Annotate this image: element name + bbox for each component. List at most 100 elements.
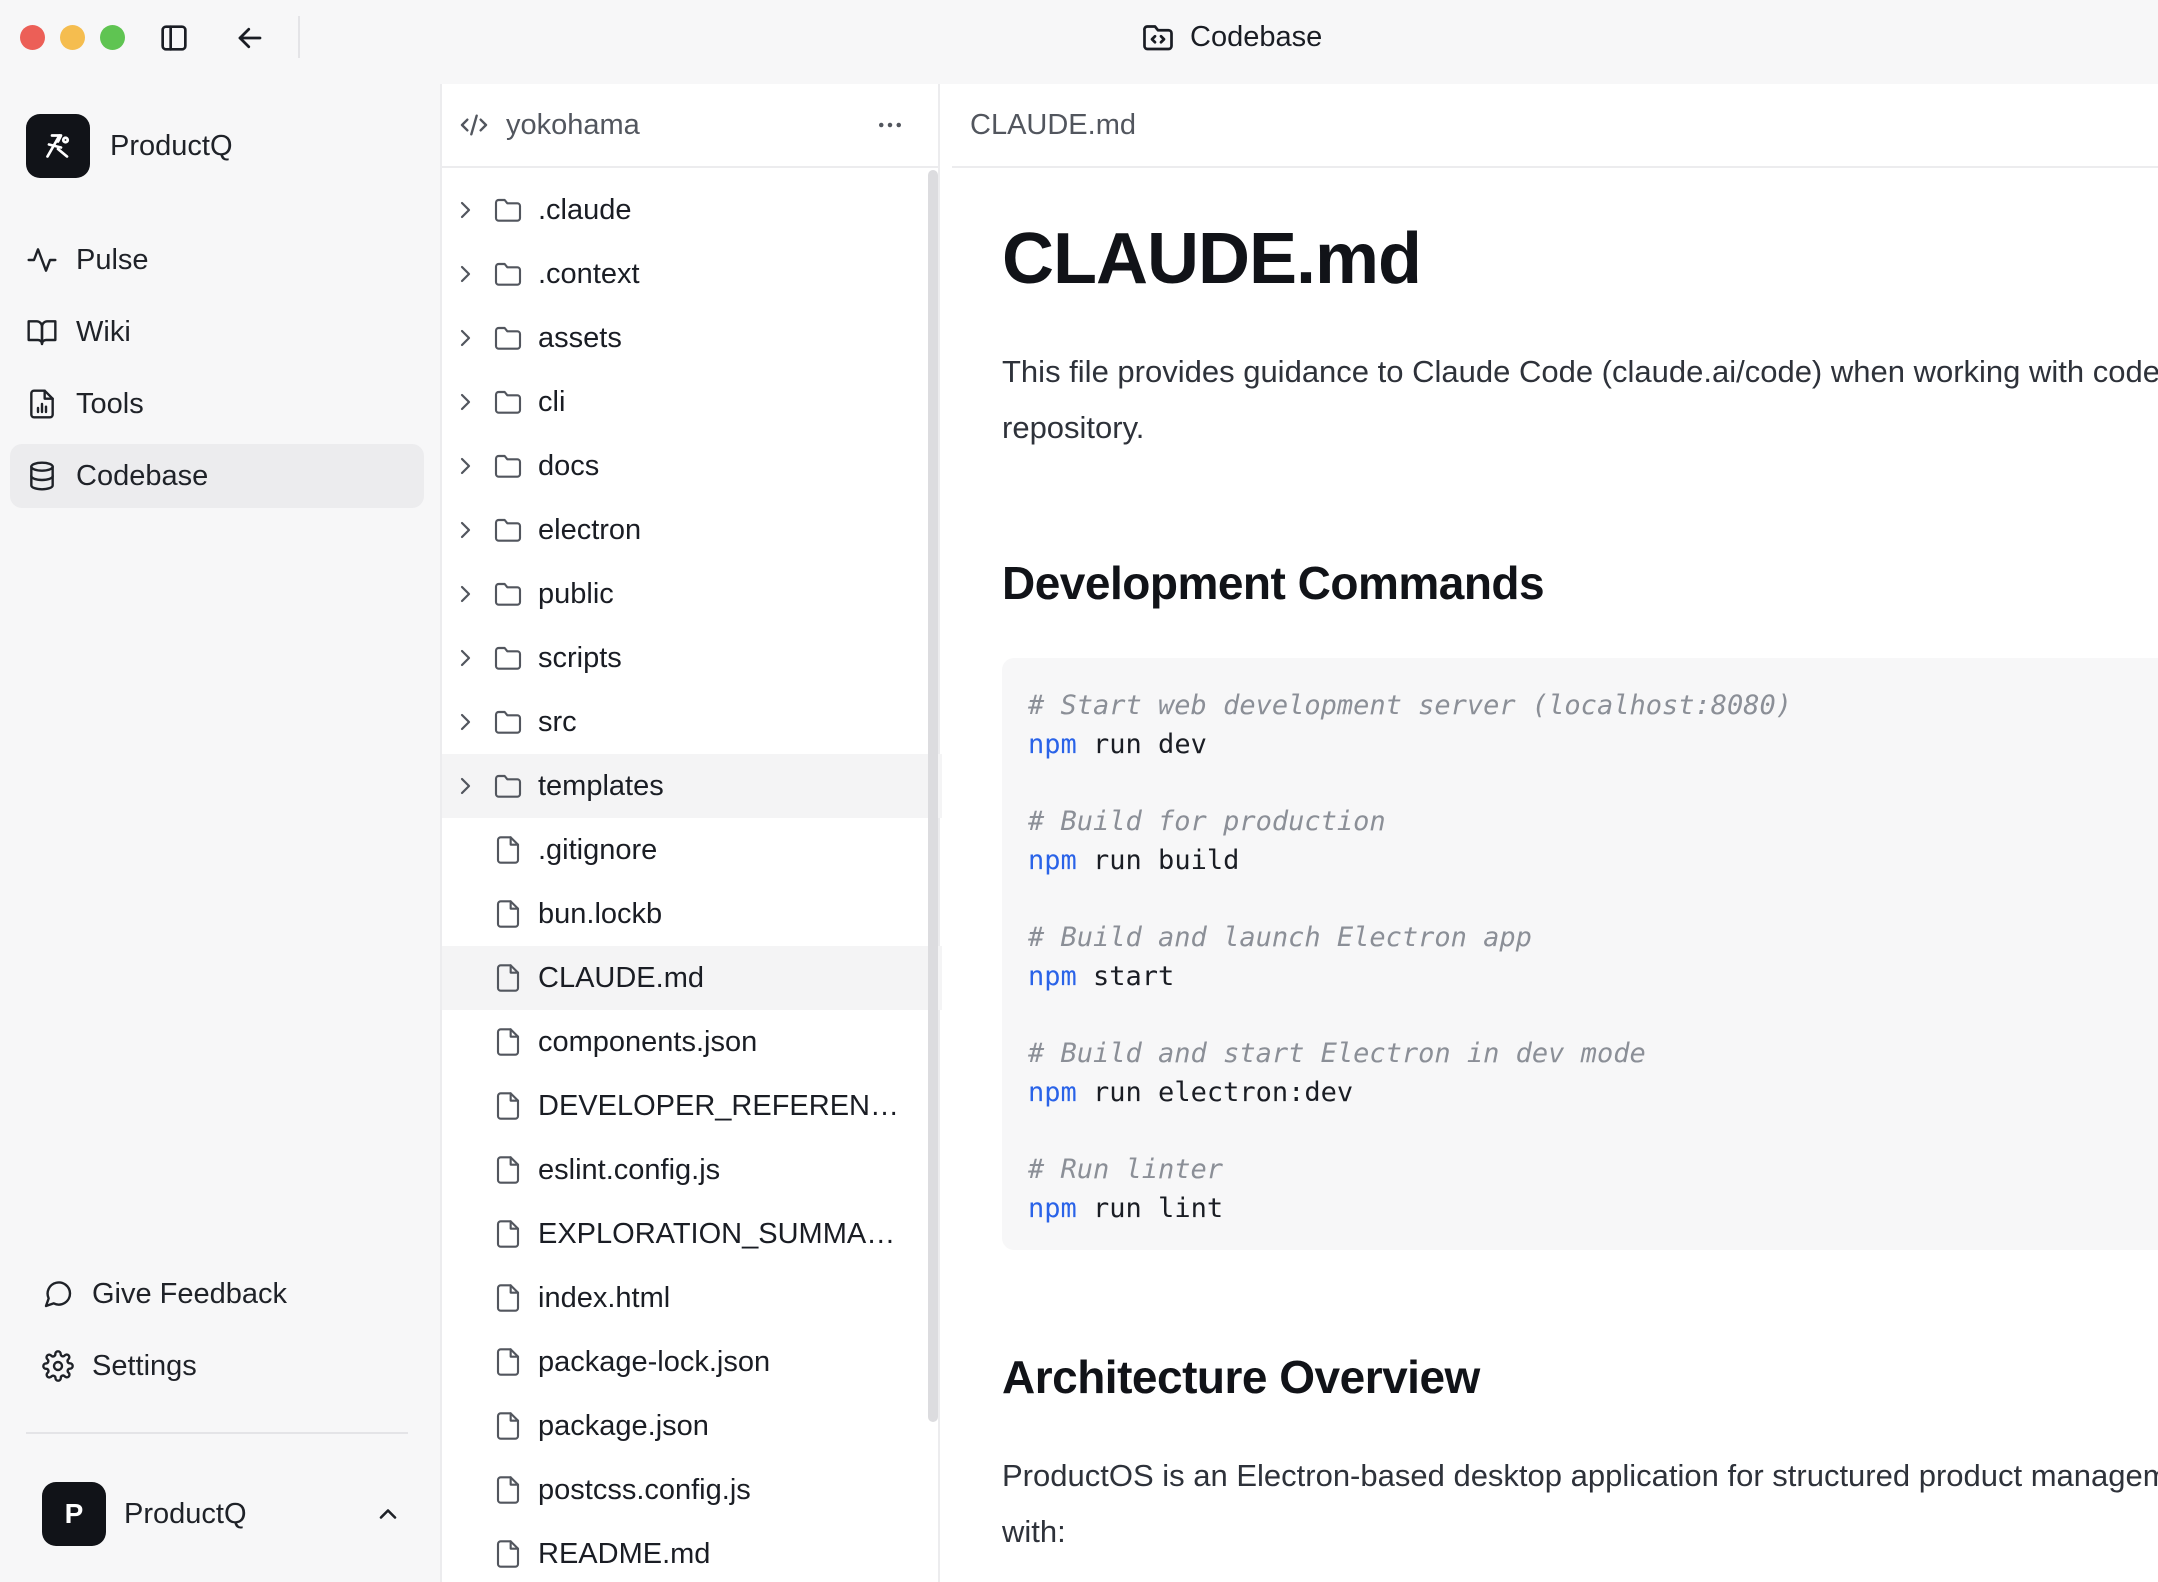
tree-file-row[interactable]: eslint.config.js bbox=[442, 1138, 942, 1202]
tree-item-label: index.html bbox=[538, 1281, 671, 1314]
book-icon bbox=[27, 320, 57, 346]
file-icon bbox=[496, 836, 520, 864]
expand-toggle[interactable] bbox=[442, 710, 488, 734]
folder-icon bbox=[494, 326, 522, 350]
expand-toggle[interactable] bbox=[442, 454, 488, 478]
tab-claude-md[interactable]: CLAUDE.md bbox=[970, 109, 1136, 142]
expand-toggle[interactable] bbox=[442, 198, 488, 222]
chevron-right-icon bbox=[460, 329, 471, 347]
folder-icon-wrap bbox=[488, 258, 528, 290]
code-comment: # Run linter bbox=[1028, 1154, 1224, 1185]
file-icon bbox=[496, 1156, 520, 1184]
folder-icon bbox=[494, 454, 522, 478]
code-command-line: npm run build bbox=[1028, 841, 2158, 880]
file-icon-wrap bbox=[488, 1410, 528, 1442]
code-comment: # Start web development server (localhos… bbox=[1028, 690, 1793, 721]
more-options-button[interactable] bbox=[866, 105, 914, 145]
tree-item-label: package.json bbox=[538, 1409, 709, 1442]
code-keyword: npm bbox=[1028, 845, 1077, 876]
tree-file-row[interactable]: index.html bbox=[442, 1266, 942, 1330]
folder-icon-wrap bbox=[488, 514, 528, 546]
sidebar-item-label: Wiki bbox=[76, 315, 131, 348]
settings-label: Settings bbox=[92, 1349, 197, 1382]
expand-toggle[interactable] bbox=[442, 774, 488, 798]
file-icon bbox=[496, 1412, 520, 1440]
code-command-line: npm run electron:dev bbox=[1028, 1073, 2158, 1112]
back-button[interactable] bbox=[230, 18, 270, 58]
give-feedback-button[interactable]: Give Feedback bbox=[30, 1262, 410, 1326]
folder-icon bbox=[494, 582, 522, 606]
folder-code-icon bbox=[1143, 25, 1173, 51]
minimize-window-button[interactable] bbox=[60, 25, 85, 50]
tree-file-row[interactable]: .gitignore bbox=[442, 818, 942, 882]
code-comment: # Build for production bbox=[1028, 806, 1386, 837]
expand-toggle[interactable] bbox=[442, 518, 488, 542]
file-icon bbox=[496, 1028, 520, 1056]
tree-folder-row[interactable]: cli bbox=[442, 370, 942, 434]
tree-folder-row[interactable]: .context bbox=[442, 242, 942, 306]
settings-button[interactable]: Settings bbox=[30, 1334, 410, 1398]
code-args: run build bbox=[1076, 845, 1240, 876]
tree-file-row[interactable]: components.json bbox=[442, 1010, 942, 1074]
expand-toggle[interactable] bbox=[442, 326, 488, 350]
tree-file-row[interactable]: DEVELOPER_REFERENCE... bbox=[442, 1074, 942, 1138]
section-heading-architecture-overview: Architecture Overview bbox=[1002, 1351, 1480, 1403]
sidebar-item-tools[interactable]: Tools bbox=[10, 372, 424, 436]
tree-file-row[interactable]: EXPLORATION_SUMMAR... bbox=[442, 1202, 942, 1266]
toggle-sidebar-button[interactable] bbox=[154, 18, 194, 58]
code-command-group: # Build and start Electron in dev mode np… bbox=[1028, 1034, 2158, 1112]
tree-folder-row[interactable]: docs bbox=[442, 434, 942, 498]
maximize-window-button[interactable] bbox=[100, 25, 125, 50]
workspace-name: ProductQ bbox=[110, 129, 233, 162]
tree-item-label: README.md bbox=[538, 1537, 711, 1570]
file-tree-list: .claude .context assets cli docs electron publ… bbox=[442, 170, 942, 1582]
chevron-right-icon bbox=[460, 393, 471, 411]
file-icon-wrap bbox=[488, 1538, 528, 1570]
tree-folder-row[interactable]: electron bbox=[442, 498, 942, 562]
file-icon-wrap bbox=[488, 1026, 528, 1058]
code-keyword: npm bbox=[1028, 1193, 1077, 1224]
file-icon bbox=[496, 1092, 520, 1120]
file-icon bbox=[496, 1348, 520, 1376]
file-icon-wrap bbox=[488, 962, 528, 994]
close-window-button[interactable] bbox=[20, 25, 45, 50]
tree-file-row[interactable]: postcss.config.js bbox=[442, 1458, 942, 1522]
sidebar-item-pulse[interactable]: Pulse bbox=[10, 228, 424, 292]
tree-folder-row[interactable]: src bbox=[442, 690, 942, 754]
workspace-switcher[interactable]: ProductQ bbox=[26, 114, 233, 178]
file-tree-scrollbar[interactable] bbox=[928, 170, 938, 1422]
tree-item-label: src bbox=[538, 705, 577, 738]
tree-file-row[interactable]: bun.lockb bbox=[442, 882, 942, 946]
sidebar: ProductQ Pulse Wiki Tools Codebase Give … bbox=[0, 84, 440, 1582]
expand-toggle[interactable] bbox=[442, 262, 488, 286]
window-title: Codebase bbox=[1140, 16, 1322, 58]
sidebar-item-codebase[interactable]: Codebase bbox=[10, 444, 424, 508]
file-icon-wrap bbox=[488, 898, 528, 930]
tree-item-label: .claude bbox=[538, 193, 632, 226]
expand-toggle[interactable] bbox=[442, 646, 488, 670]
folder-icon-wrap bbox=[488, 578, 528, 610]
tree-folder-row[interactable]: .claude bbox=[442, 178, 942, 242]
user-menu-button[interactable]: P ProductQ bbox=[42, 1482, 402, 1546]
gear-icon bbox=[42, 1350, 74, 1382]
avatar: P bbox=[42, 1482, 106, 1546]
tree-file-row[interactable]: package-lock.json bbox=[442, 1330, 942, 1394]
file-icon-wrap bbox=[488, 1282, 528, 1314]
tree-folder-row[interactable]: templates bbox=[442, 754, 942, 818]
expand-toggle[interactable] bbox=[442, 582, 488, 606]
tree-file-row[interactable]: CLAUDE.md bbox=[442, 946, 942, 1010]
sidebar-item-wiki[interactable]: Wiki bbox=[10, 300, 424, 364]
folder-icon bbox=[494, 518, 522, 542]
tree-item-label: assets bbox=[538, 321, 622, 354]
code-block: # Start web development server (localhos… bbox=[1002, 658, 2158, 1250]
file-tree-header: yokohama bbox=[442, 84, 938, 168]
titlebar-divider bbox=[298, 16, 300, 58]
expand-toggle[interactable] bbox=[442, 390, 488, 414]
tree-file-row[interactable]: package.json bbox=[442, 1394, 942, 1458]
tree-folder-row[interactable]: public bbox=[442, 562, 942, 626]
tree-folder-row[interactable]: assets bbox=[442, 306, 942, 370]
sidebar-item-label: Pulse bbox=[76, 243, 149, 276]
tree-folder-row[interactable]: scripts bbox=[442, 626, 942, 690]
tree-file-row[interactable]: README.md bbox=[442, 1522, 942, 1582]
code-command-line: npm start bbox=[1028, 957, 2158, 996]
